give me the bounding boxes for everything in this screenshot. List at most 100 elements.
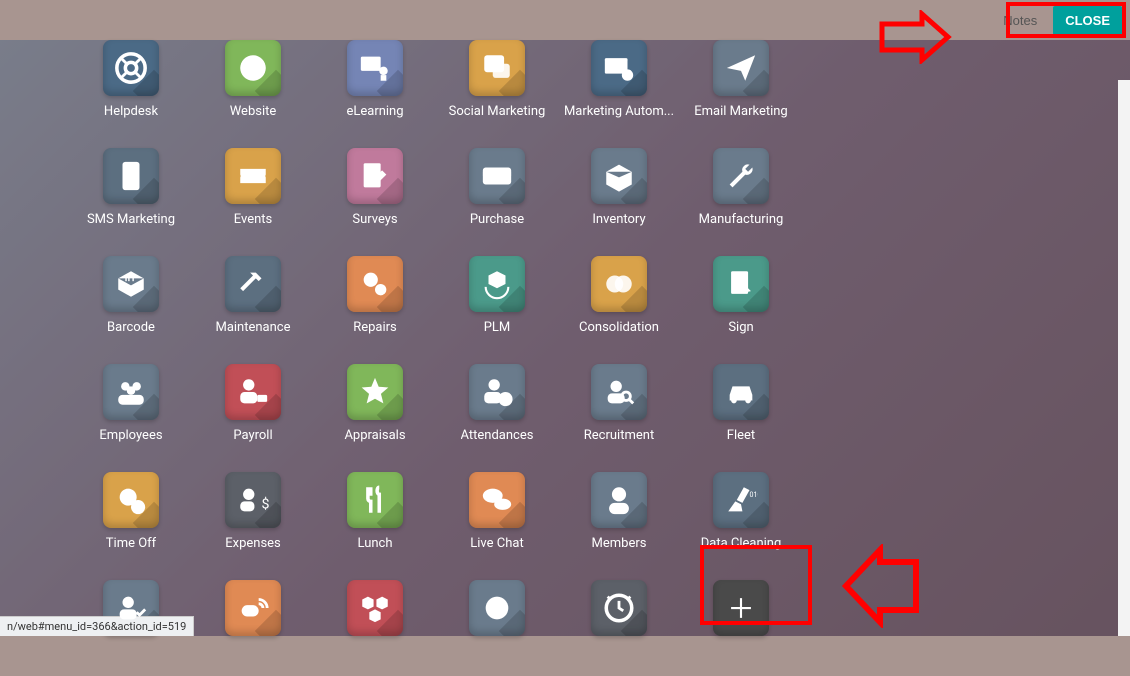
app-website[interactable]: Website (192, 28, 314, 136)
app-time-off[interactable]: Time Off (70, 460, 192, 568)
app-label: eLearning (346, 104, 403, 119)
barcode-box-icon (103, 256, 159, 312)
cube-cycle-icon (469, 256, 525, 312)
app-lunch[interactable]: Lunch (314, 460, 436, 568)
app-payroll[interactable]: Payroll (192, 352, 314, 460)
member-icon (591, 472, 647, 528)
app-label: Surveys (352, 212, 397, 227)
app-label: Repairs (353, 320, 397, 335)
app-maintenance[interactable]: Maintenance (192, 244, 314, 352)
app-unnamed[interactable] (558, 568, 680, 676)
app-recruitment[interactable]: Recruitment (558, 352, 680, 460)
close-button[interactable]: CLOSE (1053, 6, 1122, 35)
app-helpdesk[interactable]: Helpdesk (70, 28, 192, 136)
credit-card-icon (469, 148, 525, 204)
app-members[interactable]: Members (558, 460, 680, 568)
clock-alert-icon (591, 580, 647, 636)
hammer-icon (225, 256, 281, 312)
app-marketing-autom-[interactable]: Marketing Autom... (558, 28, 680, 136)
wrench-icon (713, 148, 769, 204)
app-label: Website (230, 104, 277, 119)
venn-icon (591, 256, 647, 312)
app-sms-marketing[interactable]: SMS Marketing (70, 136, 192, 244)
app-label: Social Marketing (449, 104, 546, 119)
app-label: Live Chat (470, 536, 523, 551)
app-label: Appraisals (344, 428, 405, 443)
app-unnamed[interactable] (192, 568, 314, 676)
app-add-button[interactable] (680, 568, 802, 676)
utensils-icon (347, 472, 403, 528)
app-label: Events (234, 212, 272, 227)
app-manufacturing[interactable]: Manufacturing (680, 136, 802, 244)
app-sign[interactable]: Sign (680, 244, 802, 352)
app-label: Maintenance (215, 320, 290, 335)
app-label: Time Off (106, 536, 156, 551)
app-label: Attendances (461, 428, 534, 443)
app-unnamed[interactable] (314, 568, 436, 676)
app-attendances[interactable]: Attendances (436, 352, 558, 460)
paper-plane-icon (713, 40, 769, 96)
app-surveys[interactable]: Surveys (314, 136, 436, 244)
signal-icon (225, 580, 281, 636)
app-label: Barcode (107, 320, 155, 335)
ticket-icon (225, 148, 281, 204)
app-label: Sign (728, 320, 753, 335)
app-email-marketing[interactable]: Email Marketing (680, 28, 802, 136)
notes-button[interactable]: Notes (993, 7, 1047, 34)
star-icon (347, 364, 403, 420)
person-clock-icon (469, 364, 525, 420)
app-label: Purchase (470, 212, 524, 227)
app-label: Employees (99, 428, 162, 443)
envelope-gear-icon (591, 40, 647, 96)
sign-doc-icon (713, 256, 769, 312)
gears-icon (347, 256, 403, 312)
scrollbar-vertical[interactable] (1118, 80, 1130, 636)
app-label: Members (592, 536, 647, 551)
car-icon (713, 364, 769, 420)
globe-icon (225, 40, 281, 96)
app-label: Fleet (727, 428, 755, 443)
app-purchase[interactable]: Purchase (436, 136, 558, 244)
plus-icon (713, 580, 769, 636)
app-data-cleaning[interactable]: Data Cleaning (680, 460, 802, 568)
app-label: Data Cleaning (701, 536, 782, 551)
app-grid: Helpdesk Website eLearning Social Marketing… (70, 28, 802, 676)
app-repairs[interactable]: Repairs (314, 244, 436, 352)
lifebuoy-icon (103, 40, 159, 96)
app-unnamed[interactable] (436, 568, 558, 676)
app-elearning[interactable]: eLearning (314, 28, 436, 136)
expense-icon (225, 472, 281, 528)
group-icon (103, 364, 159, 420)
clipboard-pencil-icon (347, 148, 403, 204)
app-consolidation[interactable]: Consolidation (558, 244, 680, 352)
app-fleet[interactable]: Fleet (680, 352, 802, 460)
app-expenses[interactable]: Expenses (192, 460, 314, 568)
broom-icon (713, 472, 769, 528)
app-social-marketing[interactable]: Social Marketing (436, 28, 558, 136)
sms-icon (103, 148, 159, 204)
gear-clock-icon (103, 472, 159, 528)
app-plm[interactable]: PLM (436, 244, 558, 352)
app-label: PLM (484, 320, 511, 335)
app-launcher: HelpdeskWebsiteeLearningSocial Marketing… (0, 40, 1130, 636)
status-bar: n/web#menu_id=366&action_id=519 (0, 616, 194, 636)
app-appraisals[interactable]: Appraisals (314, 352, 436, 460)
app-events[interactable]: Events (192, 136, 314, 244)
app-live-chat[interactable]: Live Chat (436, 460, 558, 568)
person-search-icon (591, 364, 647, 420)
app-label: Inventory (592, 212, 645, 227)
bubbles-icon (469, 472, 525, 528)
money-person-icon (225, 364, 281, 420)
cog-icon (469, 580, 525, 636)
app-label: Lunch (357, 536, 392, 551)
app-label: Email Marketing (694, 104, 787, 119)
app-label: SMS Marketing (87, 212, 175, 227)
chat-icon (469, 40, 525, 96)
app-label: Manufacturing (699, 212, 784, 227)
teach-icon (347, 40, 403, 96)
boxes-icon (347, 580, 403, 636)
app-label: Consolidation (579, 320, 659, 335)
app-inventory[interactable]: Inventory (558, 136, 680, 244)
app-employees[interactable]: Employees (70, 352, 192, 460)
app-barcode[interactable]: Barcode (70, 244, 192, 352)
